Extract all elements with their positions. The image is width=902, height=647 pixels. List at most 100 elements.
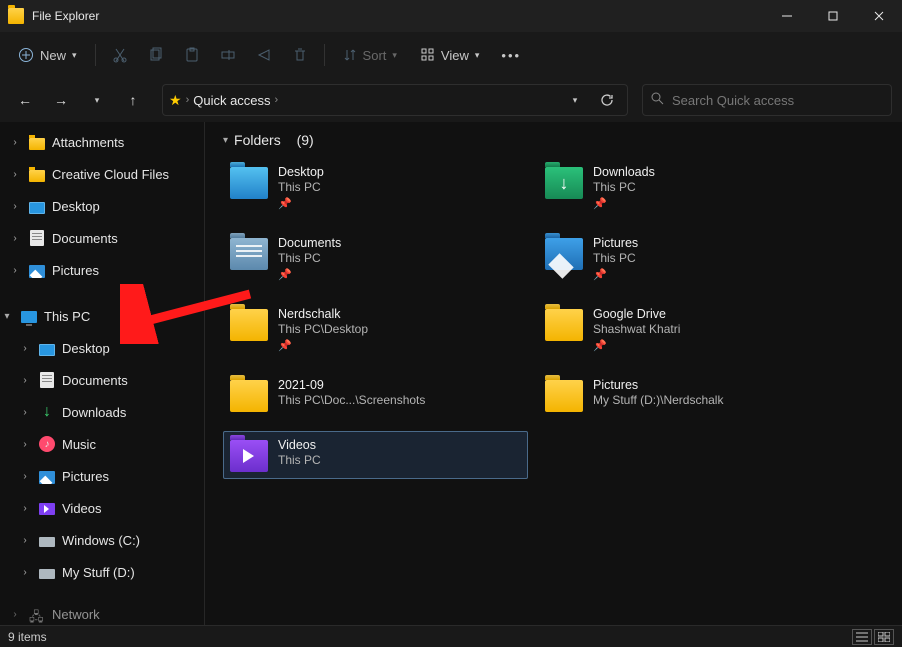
tree-item[interactable]: ›🖧Network xyxy=(0,598,204,625)
folder-icon xyxy=(545,238,583,270)
paste-button[interactable] xyxy=(176,41,208,69)
tree-item[interactable]: ›Pictures xyxy=(0,460,204,492)
folder-card[interactable]: NerdschalkThis PC\Desktop📌 xyxy=(223,300,528,359)
folder-path: This PC xyxy=(593,180,655,194)
expand-icon[interactable]: › xyxy=(18,503,32,514)
folder-path: This PC xyxy=(278,453,321,467)
window-title: File Explorer xyxy=(32,9,99,23)
expand-icon[interactable]: › xyxy=(8,609,22,620)
status-text: 9 items xyxy=(8,630,47,644)
search-input[interactable] xyxy=(672,93,883,108)
status-bar: 9 items xyxy=(0,625,902,647)
tree-item[interactable]: ›Attachments xyxy=(0,126,204,158)
expand-icon[interactable]: › xyxy=(8,201,22,212)
drive-ic-icon xyxy=(38,563,56,581)
pc-ic-icon xyxy=(20,307,38,325)
expand-icon[interactable]: › xyxy=(18,375,32,386)
tree-item[interactable]: ›Documents xyxy=(0,222,204,254)
tree-item[interactable]: ›Windows (C:) xyxy=(0,524,204,556)
folder-card[interactable]: DesktopThis PC📌 xyxy=(223,158,528,217)
folder-card[interactable]: 2021-09This PC\Doc...\Screenshots xyxy=(223,371,528,419)
tree-item-this-pc[interactable]: ▾This PC xyxy=(0,300,204,332)
dl-ic-icon: ↓ xyxy=(38,403,56,421)
tree-item[interactable]: ›↓Downloads xyxy=(0,396,204,428)
tree-item[interactable]: › Desktop xyxy=(0,190,204,222)
tree-item[interactable]: › Creative Cloud Files xyxy=(0,158,204,190)
expand-icon[interactable]: › xyxy=(8,233,22,244)
new-button[interactable]: New ▾ xyxy=(8,41,87,69)
folder-name: Pictures xyxy=(593,378,723,392)
expand-icon[interactable]: › xyxy=(18,407,32,418)
close-button[interactable] xyxy=(856,0,902,32)
sort-label: Sort xyxy=(363,48,387,63)
section-header[interactable]: ▾ Folders (9) xyxy=(223,132,884,148)
pin-icon: 📌 xyxy=(278,339,368,352)
tree-item[interactable]: ›Documents xyxy=(0,364,204,396)
rename-button[interactable] xyxy=(212,41,244,69)
address-dropdown[interactable]: ▾ xyxy=(561,86,589,114)
sort-button[interactable]: Sort ▾ xyxy=(333,42,407,69)
folders-grid: DesktopThis PC📌DownloadsThis PC📌Document… xyxy=(223,158,843,479)
tree-item[interactable]: ›Videos xyxy=(0,492,204,524)
folder-card[interactable]: DownloadsThis PC📌 xyxy=(538,158,843,217)
desk-ic-icon xyxy=(38,339,56,357)
folder-card[interactable]: VideosThis PC xyxy=(223,431,528,479)
star-icon: ★ xyxy=(169,92,182,109)
refresh-button[interactable] xyxy=(593,86,621,114)
drive-ic-icon xyxy=(38,531,56,549)
app-icon xyxy=(8,8,24,24)
tree-item-label: My Stuff (D:) xyxy=(62,565,135,580)
back-button[interactable]: ← xyxy=(10,85,40,115)
expand-icon[interactable]: › xyxy=(18,343,32,354)
expand-icon[interactable]: › xyxy=(18,471,32,482)
pin-icon: 📌 xyxy=(593,339,680,352)
chevron-down-icon: ▾ xyxy=(475,50,480,61)
maximize-button[interactable] xyxy=(810,0,856,32)
minimize-button[interactable] xyxy=(764,0,810,32)
folder-path: This PC xyxy=(278,251,341,265)
section-count: (9) xyxy=(297,132,314,148)
doc-ic-icon xyxy=(28,229,46,247)
expand-icon[interactable]: › xyxy=(8,265,22,276)
expand-icon[interactable]: › xyxy=(18,439,32,450)
icons-view-button[interactable] xyxy=(874,629,894,645)
tree-item[interactable]: › My Stuff (D:) xyxy=(0,556,204,588)
tree-item-label: Desktop xyxy=(52,199,100,214)
tree-item[interactable]: ›Pictures xyxy=(0,254,204,286)
folder-icon xyxy=(230,440,268,472)
copy-button[interactable] xyxy=(140,41,172,69)
folder-card[interactable]: PicturesThis PC📌 xyxy=(538,229,843,288)
recent-button[interactable]: ▾ xyxy=(82,85,112,115)
view-button[interactable]: View ▾ xyxy=(411,42,489,69)
share-button[interactable] xyxy=(248,41,280,69)
folder-card[interactable]: DocumentsThis PC📌 xyxy=(223,229,528,288)
expand-icon[interactable]: › xyxy=(18,567,32,578)
expand-icon[interactable]: › xyxy=(18,535,32,546)
folder-card[interactable]: PicturesMy Stuff (D:)\Nerdschalk xyxy=(538,371,843,419)
forward-button[interactable]: → xyxy=(46,85,76,115)
cut-button[interactable] xyxy=(104,41,136,69)
tree-item-label: Creative Cloud Files xyxy=(52,167,169,182)
details-view-button[interactable] xyxy=(852,629,872,645)
pin-icon: 📌 xyxy=(593,197,655,210)
folder-icon xyxy=(230,380,268,412)
fold-yellow-icon xyxy=(28,133,46,151)
delete-button[interactable] xyxy=(284,41,316,69)
tree-item[interactable]: ›♪Music xyxy=(0,428,204,460)
expand-icon[interactable]: › xyxy=(8,169,22,180)
folder-name: Desktop xyxy=(278,165,324,179)
search-box[interactable] xyxy=(642,84,892,116)
chevron-down-icon: ▾ xyxy=(392,50,397,61)
expand-icon[interactable]: › xyxy=(8,137,22,148)
folder-card[interactable]: Google DriveShashwat Khatri📌 xyxy=(538,300,843,359)
folder-path: This PC\Desktop xyxy=(278,322,368,336)
chevron-down-icon: ▾ xyxy=(573,95,578,106)
breadcrumb[interactable]: Quick access xyxy=(193,93,270,108)
divider xyxy=(324,44,325,66)
up-button[interactable]: ↑ xyxy=(118,85,148,115)
address-bar[interactable]: ★ › Quick access › ▾ xyxy=(162,84,628,116)
more-button[interactable]: ••• xyxy=(493,42,529,69)
tree-item[interactable]: ›Desktop xyxy=(0,332,204,364)
tree-item-label: Network xyxy=(52,607,100,622)
expand-icon[interactable]: ▾ xyxy=(0,311,14,322)
